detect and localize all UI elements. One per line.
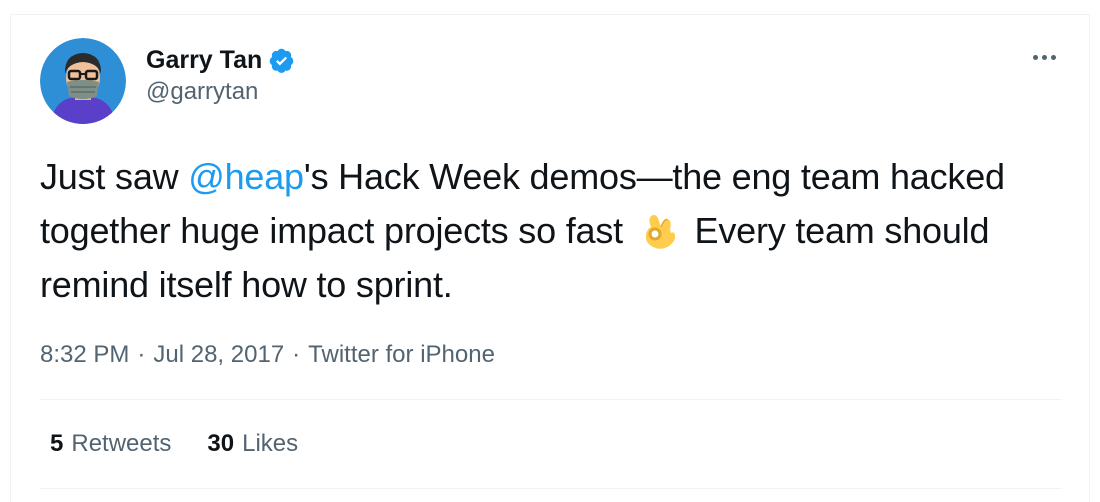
tweet-source-link[interactable]: Twitter for iPhone (308, 341, 495, 369)
likes-stat[interactable]: 30 Likes (207, 430, 298, 458)
tweet-time[interactable]: 8:32 PM (40, 341, 129, 369)
tweet-text-start: Just saw (40, 156, 189, 197)
likes-count: 30 (207, 430, 235, 457)
ok-hand-emoji-icon (637, 207, 681, 251)
more-horizontal-icon-dot (1041, 54, 1047, 60)
card-border-top (10, 14, 1090, 15)
card-border-left (10, 14, 11, 502)
more-options-button[interactable] (1026, 44, 1062, 70)
mention-link[interactable]: @heap (188, 156, 304, 197)
tweet-text: Just saw @heap's Hack Week demos—the eng… (40, 150, 1060, 312)
retweets-label: Retweets (71, 430, 172, 457)
more-horizontal-icon-dot (1032, 54, 1038, 60)
tweet-meta: 8:32 PM · Jul 28, 2017 · Twitter for iPh… (40, 338, 495, 372)
more-horizontal-icon-dot (1050, 54, 1056, 60)
card-border-right (1089, 14, 1090, 502)
avatar-image (40, 38, 126, 124)
divider (40, 488, 1061, 489)
retweets-count: 5 (50, 430, 64, 457)
tweet-card: Garry Tan @garrytan Just saw @heap's Hac… (0, 0, 1100, 502)
divider (40, 399, 1061, 400)
likes-label: Likes (242, 430, 299, 457)
author-handle[interactable]: @garrytan (146, 78, 258, 106)
author-name-row: Garry Tan (146, 42, 295, 78)
retweets-stat[interactable]: 5 Retweets (50, 430, 171, 458)
tweet-stats: 5 Retweets 30 Likes (50, 426, 298, 462)
author-name[interactable]: Garry Tan (146, 46, 262, 75)
meta-separator: · (292, 341, 301, 368)
avatar[interactable] (40, 38, 126, 124)
meta-separator: · (137, 341, 146, 368)
tweet-date[interactable]: Jul 28, 2017 (153, 341, 284, 369)
verified-badge-icon (268, 47, 295, 74)
